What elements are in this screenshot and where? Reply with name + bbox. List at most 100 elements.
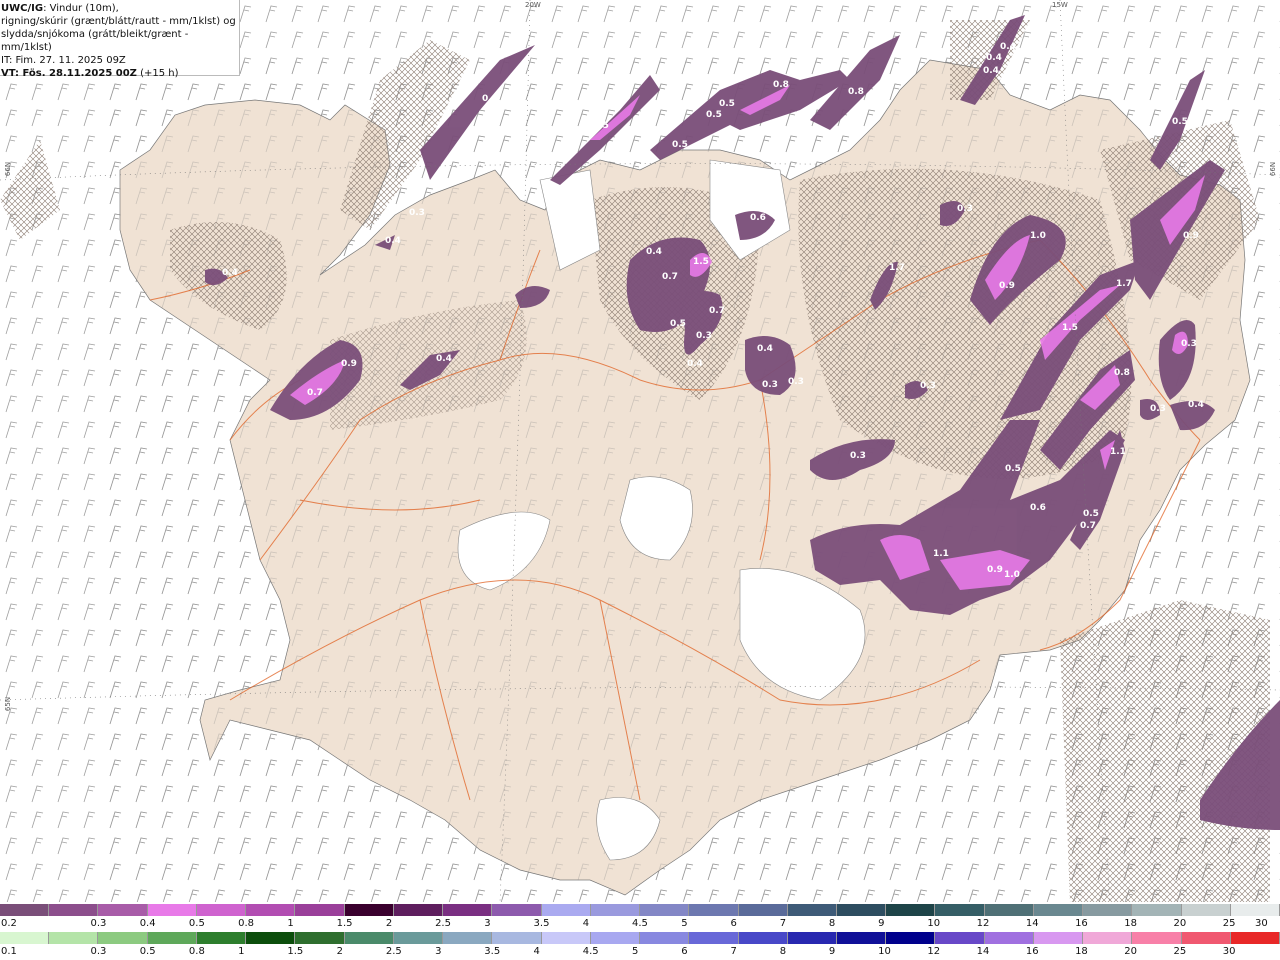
legend-tick-label: 4.5 — [632, 918, 648, 929]
precip-value-label: 0.9 — [987, 565, 1003, 575]
precip-value-label: 0.9 — [341, 359, 357, 369]
precip-value-label: 0.7 — [307, 388, 323, 398]
legend-tick-label: 0.8 — [188, 946, 205, 957]
legend-tick-label: 9 — [878, 918, 885, 929]
precip-value-label: 0.5 — [719, 99, 735, 109]
legend-swatch — [0, 904, 50, 916]
legend-swatch — [787, 904, 837, 916]
legend-swatch — [1132, 932, 1182, 944]
precip-value-label: 0.3 — [788, 377, 804, 387]
legend-swatch — [984, 932, 1034, 944]
precip-value-label: 0.4 — [482, 94, 498, 104]
legend-swatch — [935, 904, 985, 916]
legend-tick-label: 10 — [878, 946, 891, 957]
precip-value-label: 0.4 — [757, 344, 773, 354]
precip-value-label: 0.9 — [1183, 231, 1199, 241]
legend-tick-label: 3.5 — [484, 946, 501, 957]
legend-swatch — [295, 932, 345, 944]
legend-swatch — [787, 932, 837, 944]
grid-label-66n-left: 66N — [4, 161, 13, 177]
legend-tick-label: 12 — [976, 918, 990, 929]
legend-tick-label: 12 — [927, 946, 941, 957]
legend-swatch — [886, 932, 936, 944]
precip-value-label: 1.0 — [1004, 570, 1020, 580]
legend-tick-label: 9 — [828, 946, 836, 957]
precip-value-label: 0.4 — [385, 236, 401, 246]
grid-label-65n-left: 65N — [4, 696, 13, 712]
legend-swatch — [196, 932, 247, 944]
legend-swatch — [1181, 904, 1231, 916]
grid-label-15w: 15W — [1052, 1, 1068, 9]
legend-swatch — [689, 904, 739, 916]
precip-value-label: 1.0 — [1030, 231, 1046, 241]
precip-value-label: 0.7 — [1080, 521, 1096, 531]
precip-value-label: 0.3 — [1150, 404, 1166, 414]
legend-tick-label: 1 — [287, 918, 294, 929]
precip-value-label: 0.4 — [436, 354, 452, 364]
legend-snow-colorbar — [0, 904, 1280, 916]
precip-value-label: 1.7 — [889, 263, 905, 273]
valid-time: VT: Fös. 28.11.2025 00Z — [1, 68, 137, 79]
precip-value-label: 0.4 — [983, 66, 999, 76]
legend-swatch — [246, 904, 296, 916]
legend-swatch — [1083, 932, 1133, 944]
precip-value-label: 0.5 — [706, 110, 722, 120]
precip-value-label: 0.3 — [850, 451, 866, 461]
legend-tick-label: 0.1 — [1, 946, 17, 957]
title-line-1-rest: : Vindur (10m), — [43, 3, 119, 14]
legend-swatch — [640, 904, 690, 916]
precip-value-label: 1.5 — [693, 257, 709, 267]
valid-time-offset: (+15 h) — [136, 68, 179, 79]
legend-swatch — [1230, 904, 1280, 916]
legend-tick-label: 3.5 — [533, 918, 550, 929]
legend-swatch — [1181, 932, 1231, 944]
precip-value-label: 0.7 — [662, 272, 678, 282]
legend-tick-label: 0.8 — [238, 918, 255, 929]
legend-tick-label: 18 — [1124, 918, 1138, 929]
legend-tick-label: 1.5 — [287, 946, 304, 957]
legend-tick-label: 25 — [1222, 918, 1236, 929]
legend-tick-label: 6 — [681, 946, 688, 957]
legend-swatch — [1083, 904, 1133, 916]
legend-swatch — [738, 932, 788, 944]
legend-tick-label: 30 — [1222, 946, 1236, 957]
legend-swatch — [1033, 932, 1084, 944]
precip-value-label: 1.1 — [1110, 447, 1126, 457]
legend-swatch — [935, 932, 985, 944]
legend-tick-label: 2 — [336, 946, 343, 957]
legend-swatch — [344, 904, 394, 916]
precip-value-label: 0.4 — [986, 53, 1002, 63]
precip-value-label: 0.6 — [750, 213, 766, 223]
precip-value-label: 0.3 — [1181, 339, 1197, 349]
precip-value-label: 0.3 — [762, 380, 778, 390]
legend-swatch — [147, 932, 197, 944]
precip-value-label: 0.6 — [1030, 503, 1046, 513]
precip-value-label: 0.7 — [709, 306, 725, 316]
legend-tick-label: 25 — [1173, 946, 1187, 957]
grid-label-66n-right: 66N — [1269, 161, 1278, 177]
legend-swatch — [689, 932, 739, 944]
precip-value-label: 0.3 — [696, 331, 712, 341]
precip-value-label: 0.3 — [957, 204, 973, 214]
legend-swatch — [393, 904, 444, 916]
legend-tick-label: 0.3 — [90, 918, 107, 929]
legend-tick-label: 1.5 — [336, 918, 353, 929]
legend-swatch — [246, 932, 296, 944]
title-line-3: slydda/snjókoma (grátt/bleikt/grænt - mm… — [1, 29, 189, 53]
legend-tick-label: 5 — [681, 918, 688, 929]
legend-rain-ticks: 0.1 0.3 0.5 0.8 1 1.5 2 2.5 3 3.5 4 4.5 5 6 7 8 9 10 12 14 1… — [0, 946, 1280, 958]
precip-value-label: 0.8 — [1114, 368, 1130, 378]
legend-rain-colorbar — [0, 932, 1280, 944]
legend-swatch — [0, 932, 50, 944]
legend-tick-label: 5 — [632, 946, 639, 957]
legend-tick-label: 3 — [435, 946, 442, 957]
precip-value-label: 0.4 — [646, 247, 662, 257]
legend-tick-label: 7 — [779, 918, 787, 929]
legend-tick-label: 16 — [1025, 946, 1039, 957]
legend-tick-label: 4.5 — [582, 946, 599, 957]
legend-swatch — [492, 904, 542, 916]
legend-tick-label: 16 — [1075, 918, 1088, 929]
precip-value-label: 0.9 — [999, 281, 1015, 291]
precip-value-label: 0.5 — [672, 140, 688, 150]
map-title-box: UWC/IG: Vindur (10m), rigning/skúrir (gr… — [0, 0, 240, 79]
